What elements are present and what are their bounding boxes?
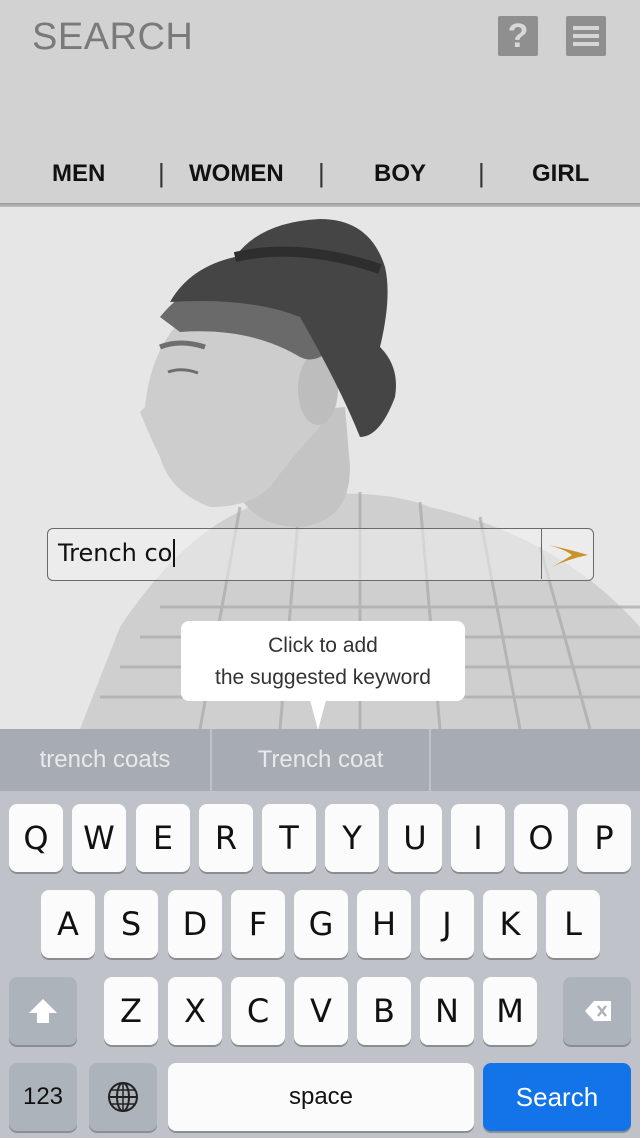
key-u[interactable]: U <box>388 804 442 872</box>
key-o[interactable]: O <box>514 804 568 872</box>
key-r[interactable]: R <box>199 804 253 872</box>
numbers-key[interactable]: 123 <box>9 1063 77 1131</box>
category-separator: | <box>158 158 165 188</box>
shift-key[interactable] <box>9 977 77 1045</box>
key-d[interactable]: D <box>168 890 222 958</box>
key-m[interactable]: M <box>483 977 537 1045</box>
key-g[interactable]: G <box>294 890 348 958</box>
backspace-icon <box>585 1001 611 1021</box>
key-t[interactable]: T <box>262 804 316 872</box>
key-f[interactable]: F <box>231 890 285 958</box>
tooltip-line-2: the suggested keyword <box>215 666 431 689</box>
key-y[interactable]: Y <box>325 804 379 872</box>
hamburger-menu-icon[interactable] <box>566 16 606 56</box>
keyboard-suggestion-bar: trench coats Trench coat <box>0 729 640 791</box>
page-title: SEARCH <box>32 16 194 58</box>
suggestion-item[interactable] <box>431 729 640 791</box>
key-z[interactable]: Z <box>104 977 158 1045</box>
search-input[interactable]: Trench co <box>47 528 594 581</box>
key-c[interactable]: C <box>231 977 285 1045</box>
delete-key[interactable] <box>563 977 631 1045</box>
tooltip-line-1: Click to add <box>268 634 378 657</box>
app-header: SEARCH ? MEN | WOMEN | BOY | GIRL <box>0 0 640 205</box>
onscreen-keyboard: Q W E R T Y U I O P A S D F G H J K L Z … <box>0 791 640 1138</box>
suggestion-tooltip: Click to add the suggested keyword <box>181 621 465 701</box>
search-go-arrow-icon[interactable] <box>541 529 593 579</box>
key-p[interactable]: P <box>577 804 631 872</box>
globe-icon <box>108 1082 138 1112</box>
suggestion-item[interactable]: Trench coat <box>212 729 429 791</box>
key-b[interactable]: B <box>357 977 411 1045</box>
category-nav: MEN | WOMEN | BOY | GIRL <box>0 150 640 200</box>
key-q[interactable]: Q <box>9 804 63 872</box>
key-e[interactable]: E <box>136 804 190 872</box>
key-v[interactable]: V <box>294 977 348 1045</box>
key-s[interactable]: S <box>104 890 158 958</box>
key-w[interactable]: W <box>72 804 126 872</box>
category-separator: | <box>478 158 485 188</box>
help-button[interactable]: ? <box>498 16 538 56</box>
key-j[interactable]: J <box>420 890 474 958</box>
key-k[interactable]: K <box>483 890 537 958</box>
key-h[interactable]: H <box>357 890 411 958</box>
key-x[interactable]: X <box>168 977 222 1045</box>
tab-boy[interactable]: BOY <box>374 160 426 188</box>
text-caret <box>173 539 176 567</box>
search-key[interactable]: Search <box>483 1063 631 1131</box>
key-n[interactable]: N <box>420 977 474 1045</box>
key-i[interactable]: I <box>451 804 505 872</box>
search-input-text: Trench co <box>58 539 176 567</box>
globe-key[interactable] <box>89 1063 157 1131</box>
tooltip-pointer <box>310 700 326 730</box>
key-l[interactable]: L <box>546 890 600 958</box>
space-key[interactable]: space <box>168 1063 474 1131</box>
key-a[interactable]: A <box>41 890 95 958</box>
shift-arrow-icon <box>29 999 57 1023</box>
tab-men[interactable]: MEN <box>52 160 105 188</box>
category-separator: | <box>318 158 325 188</box>
tab-girl[interactable]: GIRL <box>532 160 589 188</box>
tab-women[interactable]: WOMEN <box>189 160 284 188</box>
suggestion-item[interactable]: trench coats <box>0 729 210 791</box>
